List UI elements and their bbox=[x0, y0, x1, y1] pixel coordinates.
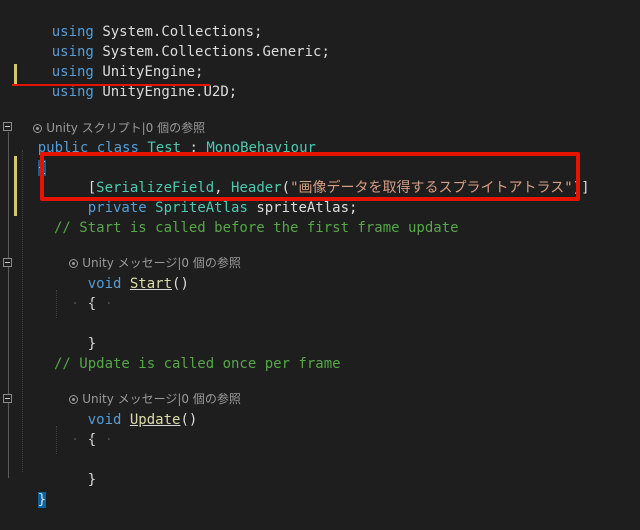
indent-guide bbox=[22, 150, 24, 472]
code-line[interactable]: } bbox=[4, 470, 47, 508]
code-line[interactable]: void Start() bbox=[54, 254, 189, 292]
semicolon: ; bbox=[321, 44, 330, 60]
comment-line[interactable]: // Start is called before the first fram… bbox=[54, 218, 459, 238]
annotation-underline bbox=[12, 84, 210, 86]
code-line[interactable]: using UnityEngine.U2D; bbox=[18, 62, 237, 100]
code-line[interactable]: { bbox=[54, 410, 96, 448]
close-brace: } bbox=[87, 336, 97, 352]
code-line[interactable]: { bbox=[54, 274, 96, 312]
type-spriteatlas: SpriteAtlas bbox=[155, 200, 248, 216]
semicolon: ; bbox=[228, 84, 238, 100]
close-brace: } bbox=[87, 472, 97, 488]
codelens-update-references[interactable]: Unity メッセージ|0 個の参照 bbox=[54, 372, 241, 406]
codelens-class-references[interactable]: Unity スクリプト|0 個の参照 bbox=[18, 101, 205, 135]
code-line[interactable]: void Update() bbox=[54, 390, 198, 428]
keyword-private: private bbox=[87, 200, 147, 216]
code-line[interactable]: using UnityEngine; bbox=[18, 42, 204, 80]
field-name: spriteAtlas bbox=[256, 200, 350, 216]
annotation-highlight-box bbox=[40, 152, 580, 201]
code-line[interactable]: } bbox=[54, 314, 96, 352]
namespace: UnityEngine.U2D bbox=[102, 84, 229, 100]
empty-code-line[interactable]: · · · bbox=[54, 430, 113, 450]
change-marker bbox=[14, 64, 17, 84]
code-line[interactable]: public class Test : MonoBehaviour bbox=[4, 118, 316, 156]
comment-line[interactable]: // Update is called once per frame bbox=[54, 354, 341, 374]
method-update: Update bbox=[129, 412, 181, 428]
fold-toggle-update[interactable] bbox=[3, 394, 12, 403]
fold-toggle-start[interactable] bbox=[3, 258, 12, 267]
code-editor[interactable]: using System.Collections; using System.C… bbox=[0, 0, 640, 508]
keyword-using: using bbox=[51, 84, 94, 100]
method-start: Start bbox=[129, 276, 173, 292]
codelens-start-references[interactable]: Unity メッセージ|0 個の参照 bbox=[54, 236, 241, 270]
parens: () bbox=[172, 276, 189, 292]
code-line[interactable]: using System.Collections.Generic; bbox=[18, 22, 330, 60]
code-line[interactable]: } bbox=[54, 450, 96, 488]
empty-code-line[interactable]: · · · bbox=[54, 294, 113, 314]
semicolon: ; bbox=[349, 200, 358, 216]
parens: () bbox=[180, 412, 198, 428]
close-brace: } bbox=[37, 492, 47, 508]
code-line[interactable]: using System.Collections; bbox=[18, 2, 263, 40]
